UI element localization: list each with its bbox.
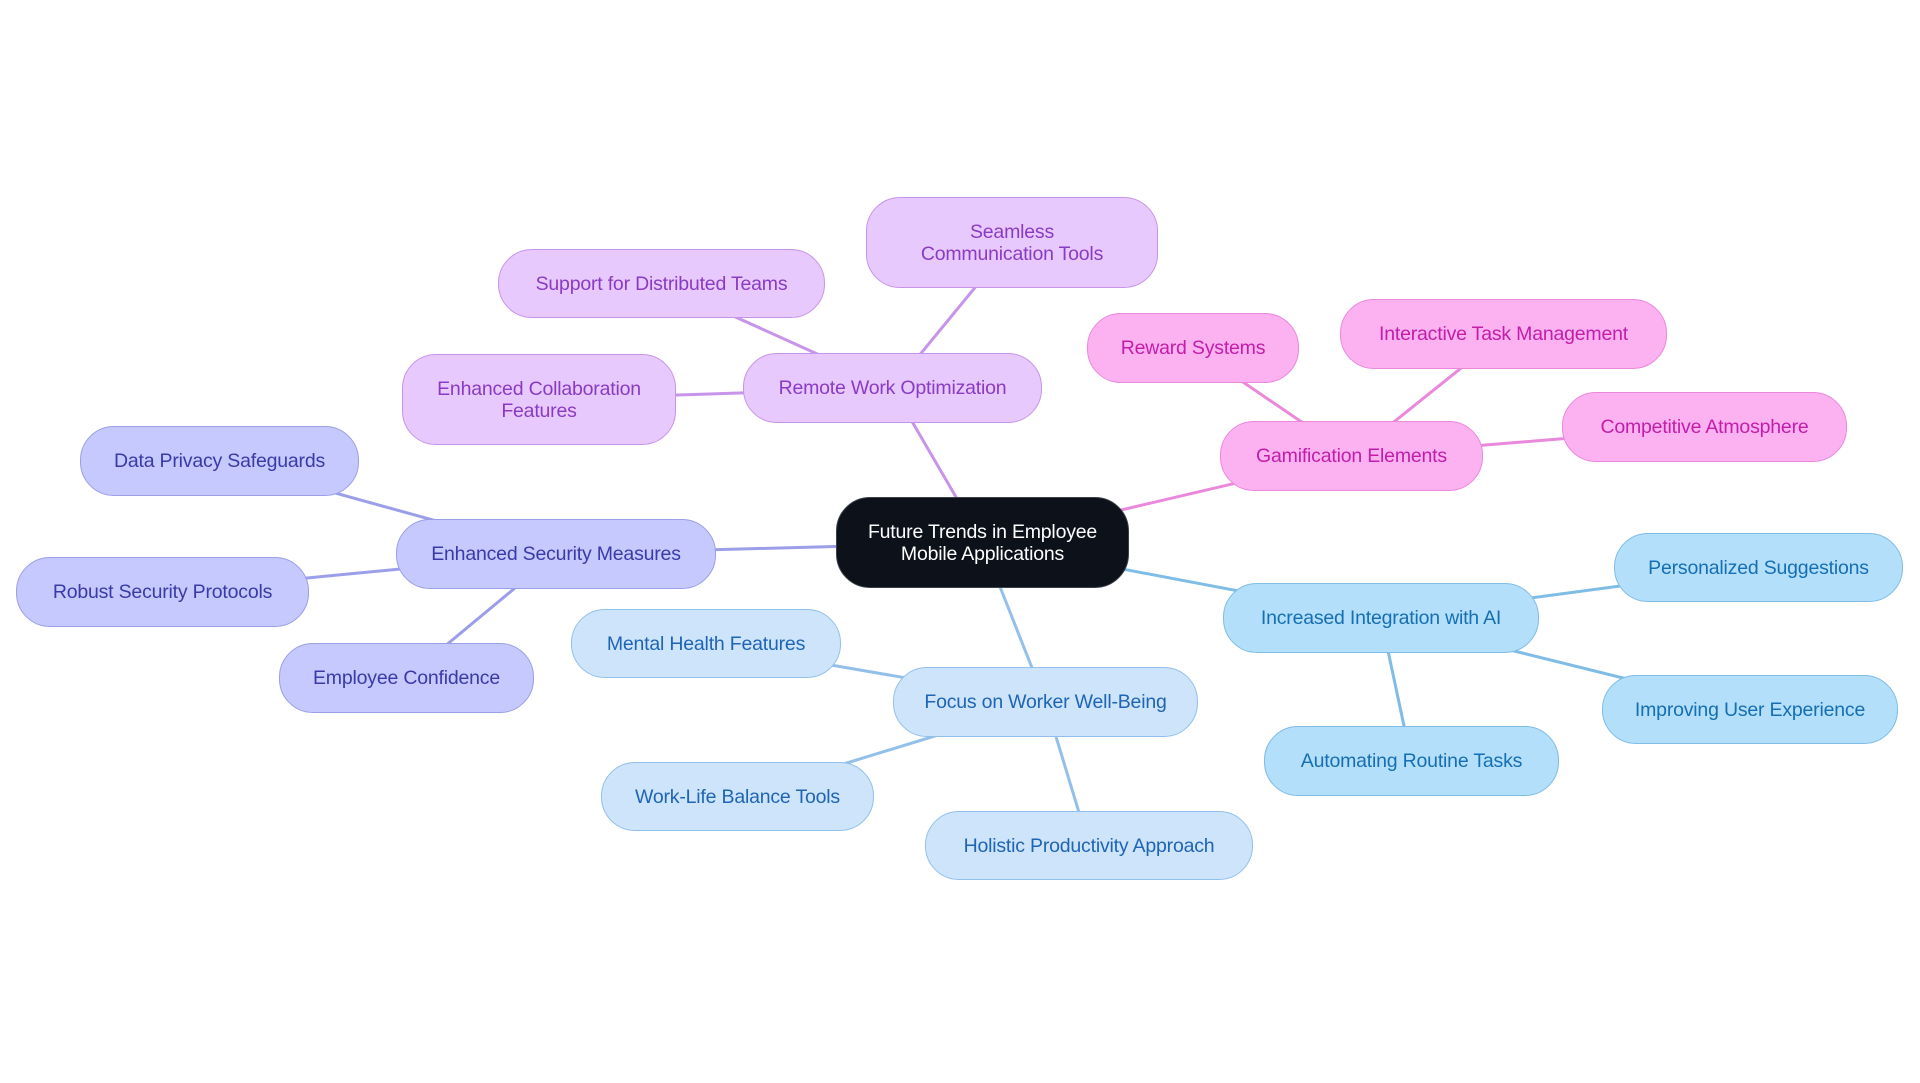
leaf-reward-systems[interactable]: Reward Systems <box>1087 313 1299 383</box>
branch-increased-integration-with-ai[interactable]: Increased Integration with AI <box>1223 583 1539 653</box>
root-node-label: Future Trends in Employee Mobile Applica… <box>867 520 1098 565</box>
leaf-label: Support for Distributed Teams <box>535 272 788 295</box>
leaf-automating-routine-tasks[interactable]: Automating Routine Tasks <box>1264 726 1559 796</box>
leaf-employee-confidence[interactable]: Employee Confidence <box>279 643 534 713</box>
leaf-work-life-balance-tools[interactable]: Work-Life Balance Tools <box>601 762 874 831</box>
branch-label: Gamification Elements <box>1256 445 1447 467</box>
leaf-label: Seamless Communication Tools <box>920 220 1104 265</box>
branch-label: Increased Integration with AI <box>1260 607 1502 629</box>
leaf-robust-security-protocols[interactable]: Robust Security Protocols <box>16 557 309 627</box>
leaf-label: Enhanced Collaboration Features <box>437 377 641 422</box>
branch-gamification-elements[interactable]: Gamification Elements <box>1220 421 1483 491</box>
branch-label: Focus on Worker Well-Being <box>924 691 1167 713</box>
leaf-personalized-suggestions[interactable]: Personalized Suggestions <box>1614 533 1903 602</box>
leaf-mental-health-features[interactable]: Mental Health Features <box>571 609 841 678</box>
leaf-support-for-distributed-teams[interactable]: Support for Distributed Teams <box>498 249 825 318</box>
leaf-label: Interactive Task Management <box>1379 323 1628 345</box>
leaf-competitive-atmosphere[interactable]: Competitive Atmosphere <box>1562 392 1847 462</box>
leaf-label: Reward Systems <box>1120 337 1266 359</box>
leaf-label: Work-Life Balance Tools <box>635 785 840 808</box>
leaf-interactive-task-management[interactable]: Interactive Task Management <box>1340 299 1667 369</box>
leaf-label: Improving User Experience <box>1634 698 1866 721</box>
branch-label: Enhanced Security Measures <box>431 543 681 565</box>
leaf-label: Holistic Productivity Approach <box>963 834 1215 857</box>
leaf-label: Personalized Suggestions <box>1648 556 1869 579</box>
leaf-label: Mental Health Features <box>606 632 806 655</box>
leaf-seamless-communication-tools[interactable]: Seamless Communication Tools <box>866 197 1158 288</box>
branch-label: Remote Work Optimization <box>778 377 1007 399</box>
branch-remote-work-optimization[interactable]: Remote Work Optimization <box>743 353 1042 423</box>
leaf-holistic-productivity-approach[interactable]: Holistic Productivity Approach <box>925 811 1253 880</box>
leaf-label: Employee Confidence <box>313 667 500 689</box>
leaf-data-privacy-safeguards[interactable]: Data Privacy Safeguards <box>80 426 359 496</box>
leaf-label: Data Privacy Safeguards <box>113 450 326 472</box>
branch-enhanced-security-measures[interactable]: Enhanced Security Measures <box>396 519 716 589</box>
leaf-label: Automating Routine Tasks <box>1300 750 1523 772</box>
root-node[interactable]: Future Trends in Employee Mobile Applica… <box>836 497 1129 588</box>
leaf-improving-user-experience[interactable]: Improving User Experience <box>1602 675 1898 744</box>
leaf-label: Competitive Atmosphere <box>1600 416 1809 438</box>
branch-focus-on-worker-well-being[interactable]: Focus on Worker Well-Being <box>893 667 1198 737</box>
leaf-label: Robust Security Protocols <box>52 581 273 603</box>
leaf-enhanced-collaboration-features[interactable]: Enhanced Collaboration Features <box>402 354 676 445</box>
